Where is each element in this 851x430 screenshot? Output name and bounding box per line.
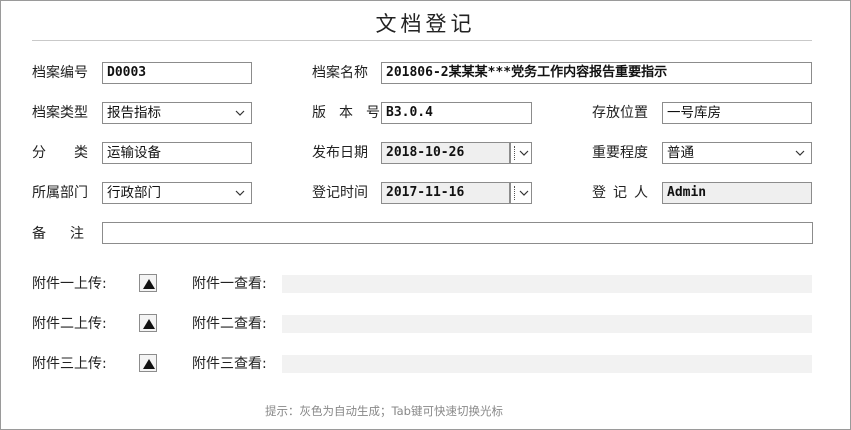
triangle-up-icon: [143, 319, 155, 329]
chevron-down-icon: [519, 190, 529, 196]
triangle-up-icon: [143, 359, 155, 369]
chevron-down-icon: [235, 190, 245, 196]
category-field[interactable]: 运输设备: [102, 142, 252, 164]
version-label: 版本号: [312, 103, 380, 123]
attachment-2-upload-label: 附件二上传:: [32, 316, 107, 332]
separator-icon: [514, 146, 516, 160]
publish-date-label: 发布日期: [312, 145, 368, 161]
attachment-2-view-label: 附件二查看:: [192, 316, 267, 332]
department-value: 行政部门: [107, 185, 161, 201]
archive-no-field[interactable]: D0003: [102, 62, 252, 84]
department-label: 所属部门: [32, 185, 88, 201]
chevron-down-icon: [519, 150, 529, 156]
archive-name-label: 档案名称: [312, 65, 368, 81]
remark-label-text: 备注: [32, 226, 108, 242]
attachment-3-view-field[interactable]: [282, 355, 812, 373]
attachment-1-view-field[interactable]: [282, 275, 812, 293]
publish-date-field[interactable]: 2018-10-26: [381, 142, 510, 164]
storage-label: 存放位置: [592, 105, 648, 121]
chevron-down-icon: [235, 110, 245, 116]
importance-value: 普通: [667, 145, 694, 161]
attachment-3-upload-label: 附件三上传:: [32, 356, 107, 372]
archive-no-label: 档案编号: [32, 65, 88, 81]
publish-date-picker-button[interactable]: [510, 142, 532, 164]
importance-label: 重要程度: [592, 145, 648, 161]
title-divider: [32, 40, 812, 41]
hint-text: 提示：灰色为自动生成；Tab键可快速切换光标: [265, 404, 503, 418]
archive-name-field[interactable]: 201806-2某某某***党务工作内容报告重要指示: [381, 62, 812, 84]
version-field[interactable]: B3.0.4: [381, 102, 532, 124]
attachment-1-view-label: 附件一查看:: [192, 276, 267, 292]
storage-field[interactable]: 一号库房: [662, 102, 812, 124]
attachment-2-view-field[interactable]: [282, 315, 812, 333]
remark-field[interactable]: [102, 222, 813, 244]
attachment-3-upload-button[interactable]: [139, 354, 157, 372]
registrant-field[interactable]: Admin: [662, 182, 812, 204]
department-select[interactable]: 行政部门: [102, 182, 252, 204]
remark-label: 备注: [32, 224, 108, 244]
chevron-down-icon: [795, 150, 805, 156]
archive-type-select[interactable]: 报告指标: [102, 102, 252, 124]
register-time-label: 登记时间: [312, 185, 368, 201]
registrant-label: 登记人: [592, 183, 655, 203]
page-title: 文档登记: [375, 12, 476, 36]
separator-icon: [514, 186, 516, 200]
importance-select[interactable]: 普通: [662, 142, 812, 164]
attachment-3-view-label: 附件三查看:: [192, 356, 267, 372]
triangle-up-icon: [143, 279, 155, 289]
attachment-1-upload-label: 附件一上传:: [32, 276, 107, 292]
archive-type-label: 档案类型: [32, 105, 88, 121]
register-time-picker-button[interactable]: [510, 182, 532, 204]
attachment-2-upload-button[interactable]: [139, 314, 157, 332]
register-time-field[interactable]: 2017-11-16: [381, 182, 510, 204]
archive-type-value: 报告指标: [107, 105, 161, 121]
attachment-1-upload-button[interactable]: [139, 274, 157, 292]
registrant-label-text: 登记人: [592, 185, 655, 201]
